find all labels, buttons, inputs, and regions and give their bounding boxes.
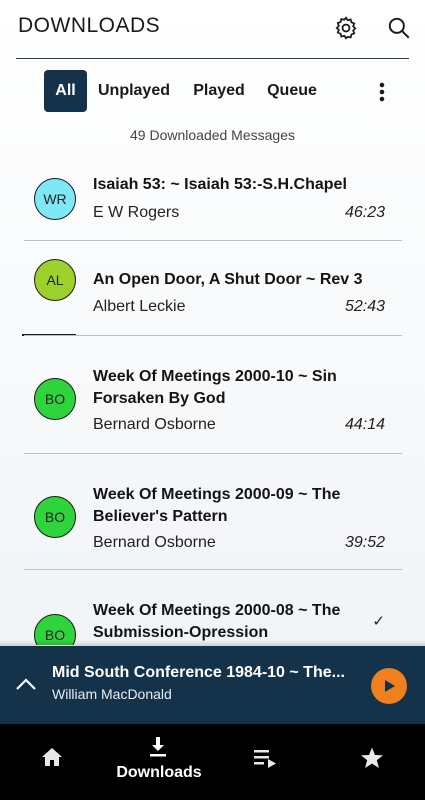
message-duration: 46:23 [344,204,385,221]
nav-downloads[interactable]: Downloads [116,724,202,800]
avatar: WR [34,178,76,220]
message-title: Week Of Meetings 2000-10 ~ Sin Forsaken … [93,368,337,407]
nav-queue[interactable] [253,724,279,800]
list-item[interactable]: AL An Open Door, A Shut Door ~ Rev 3 Alb… [0,241,425,336]
downloaded-count: 49 Downloaded Messages [130,127,295,143]
message-list[interactable]: WR Isaiah 53: ~ Isaiah 53:-S.H.Chapel E … [0,160,425,645]
now-playing-speaker: William MacDonald [52,686,172,702]
tab-queue[interactable]: Queue [262,70,322,112]
header-divider [16,58,409,59]
avatar: AL [34,259,76,301]
chevron-up-icon[interactable] [14,674,38,694]
download-icon [146,735,170,764]
star-icon [360,746,384,775]
avatar: BO [34,496,76,538]
queue-icon [253,747,277,774]
list-item[interactable]: WR Isaiah 53: ~ Isaiah 53:-S.H.Chapel E … [0,160,425,241]
avatar: BO [34,378,76,420]
list-item[interactable]: BO Week Of Meetings 2000-09 ~ The Believ… [0,454,425,570]
played-check-icon: ✓ [372,613,385,630]
tab-played[interactable]: Played [188,70,250,112]
tab-all[interactable]: All [44,70,87,112]
message-title: Isaiah 53: ~ Isaiah 53:-S.H.Chapel [93,176,347,193]
play-icon [385,680,395,692]
tab-unplayed[interactable]: Unplayed [94,70,174,112]
message-title: Week Of Meetings 2000-08 ~ The Submissio… [93,602,341,641]
app-header: DOWNLOADS [0,0,425,58]
more-vertical-icon[interactable] [372,80,392,104]
message-duration: 39:52 [344,534,385,551]
message-title: Week Of Meetings 2000-09 ~ The Believer'… [93,486,341,525]
message-speaker: E W Rogers [93,204,180,221]
now-playing-bar[interactable]: Mid South Conference 1984-10 ~ The... Wi… [0,646,425,724]
message-duration: 44:14 [344,416,385,433]
nav-favorites[interactable] [360,724,386,800]
filter-tabs: All Unplayed Played Queue [0,70,425,114]
message-speaker: Albert Leckie [93,298,186,315]
search-icon[interactable] [386,15,412,41]
message-speaker: Bernard Osborne [93,534,216,551]
bottom-nav: Downloads [0,724,425,800]
message-speaker: Bernard Osborne [93,416,216,433]
nav-home[interactable] [40,724,66,800]
nav-label-downloads: Downloads [116,764,202,781]
now-playing-title: Mid South Conference 1984-10 ~ The... [52,664,345,681]
message-title: An Open Door, A Shut Door ~ Rev 3 [93,271,363,288]
list-item[interactable]: BO Week Of Meetings 2000-10 ~ Sin Forsak… [0,336,425,454]
list-item[interactable]: BO Week Of Meetings 2000-08 ~ The Submis… [0,570,425,645]
gear-icon[interactable] [333,15,359,41]
home-icon [40,746,64,773]
page-title: DOWNLOADS [18,14,161,37]
message-duration: 52:43 [344,298,385,315]
play-button[interactable] [371,668,407,704]
